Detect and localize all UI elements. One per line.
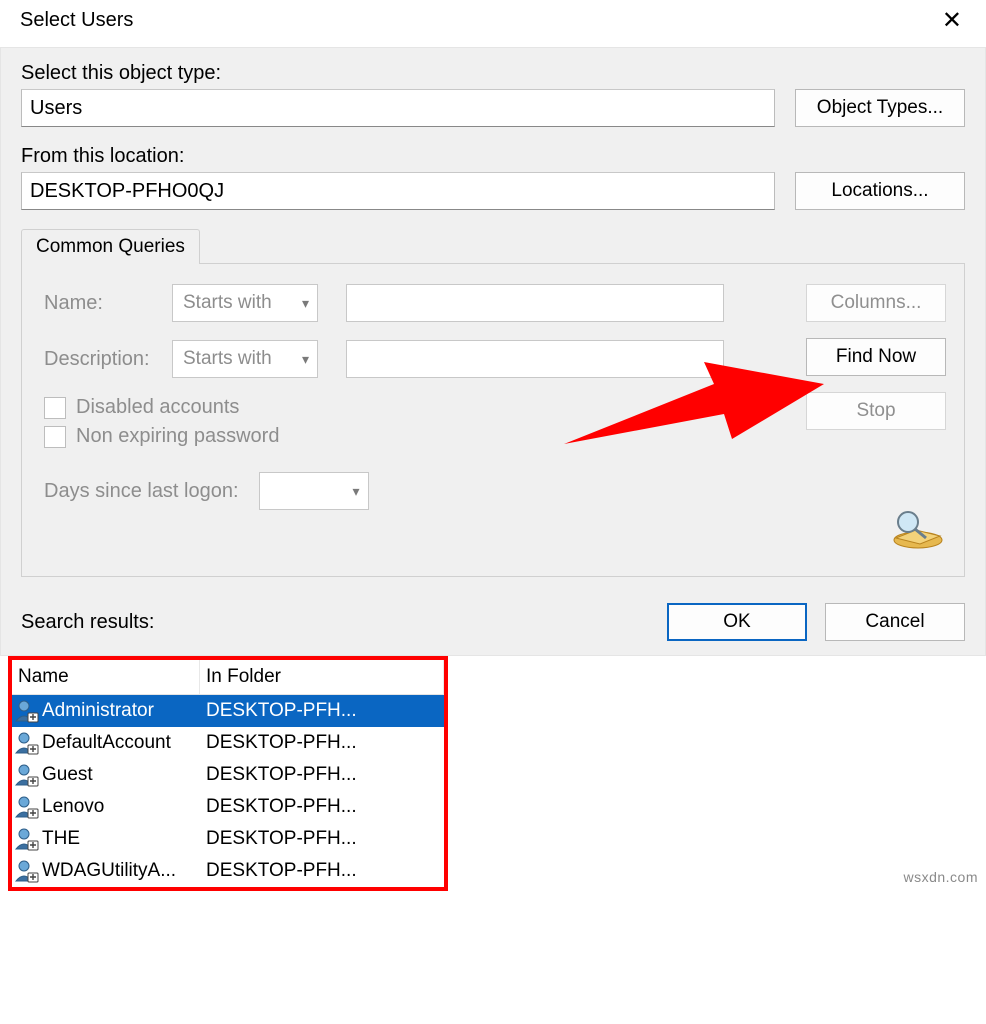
cell-name: DefaultAccount (12, 731, 200, 755)
name-input[interactable] (346, 284, 724, 322)
non-expiring-password-checkbox[interactable] (44, 426, 66, 448)
description-input[interactable] (346, 340, 724, 378)
ok-button[interactable]: OK (667, 603, 807, 641)
watermark: wsxdn.com (903, 869, 978, 885)
cell-name: Guest (12, 763, 200, 787)
cell-folder: DESKTOP-PFH... (200, 732, 444, 754)
stop-button[interactable]: Stop (806, 392, 946, 430)
column-header-name[interactable]: Name (12, 660, 200, 694)
table-header: Name In Folder (12, 660, 444, 695)
chevron-down-icon: ▾ (302, 351, 309, 368)
table-row[interactable]: AdministratorDESKTOP-PFH... (12, 695, 444, 727)
cell-folder: DESKTOP-PFH... (200, 796, 444, 818)
days-since-logon-label: Days since last logon: (44, 480, 239, 503)
select-users-dialog: Select Users ✕ Select this object type: … (0, 0, 986, 891)
cell-name: THE (12, 827, 200, 851)
object-type-label: Select this object type: (21, 62, 965, 85)
description-mode-combo[interactable]: Starts with ▾ (172, 340, 318, 378)
cell-name: WDAGUtilityA... (12, 859, 200, 883)
cell-name: Lenovo (12, 795, 200, 819)
table-row[interactable]: THEDESKTOP-PFH... (12, 823, 444, 855)
titlebar: Select Users ✕ (0, 0, 986, 47)
search-book-icon (882, 506, 946, 550)
table-row[interactable]: WDAGUtilityA...DESKTOP-PFH... (12, 855, 444, 887)
description-label: Description: (44, 348, 172, 371)
cell-name: Administrator (12, 699, 200, 723)
name-mode-value: Starts with (183, 292, 272, 314)
chevron-down-icon: ▾ (353, 483, 360, 500)
table-row[interactable]: DefaultAccountDESKTOP-PFH... (12, 727, 444, 759)
non-expiring-password-label: Non expiring password (76, 425, 279, 448)
cell-folder: DESKTOP-PFH... (200, 828, 444, 850)
dialog-title: Select Users (20, 9, 133, 32)
days-since-logon-combo[interactable]: ▾ (259, 472, 369, 510)
columns-button[interactable]: Columns... (806, 284, 946, 322)
object-types-button[interactable]: Object Types... (795, 89, 965, 127)
tab-common-queries[interactable]: Common Queries (21, 229, 200, 264)
search-results-label: Search results: (21, 611, 649, 634)
object-type-field[interactable]: Users (21, 89, 775, 127)
name-label: Name: (44, 292, 172, 315)
chevron-down-icon: ▾ (302, 295, 309, 312)
cell-folder: DESKTOP-PFH... (200, 860, 444, 882)
cancel-button[interactable]: Cancel (825, 603, 965, 641)
cell-folder: DESKTOP-PFH... (200, 764, 444, 786)
search-results-table: Name In Folder AdministratorDESKTOP-PFH.… (8, 656, 448, 891)
dialog-body: Select this object type: Users Object Ty… (0, 47, 986, 656)
location-label: From this location: (21, 145, 965, 168)
find-now-button[interactable]: Find Now (806, 338, 946, 376)
cell-folder: DESKTOP-PFH... (200, 700, 444, 722)
close-icon[interactable]: ✕ (932, 6, 972, 35)
disabled-accounts-checkbox[interactable] (44, 397, 66, 419)
table-row[interactable]: GuestDESKTOP-PFH... (12, 759, 444, 791)
disabled-accounts-label: Disabled accounts (76, 396, 239, 419)
name-mode-combo[interactable]: Starts with ▾ (172, 284, 318, 322)
column-header-folder[interactable]: In Folder (200, 660, 444, 694)
location-field[interactable]: DESKTOP-PFHO0QJ (21, 172, 775, 210)
common-queries-group: Name: Starts with ▾ Description: Starts … (21, 263, 965, 577)
description-mode-value: Starts with (183, 348, 272, 370)
locations-button[interactable]: Locations... (795, 172, 965, 210)
table-row[interactable]: LenovoDESKTOP-PFH... (12, 791, 444, 823)
